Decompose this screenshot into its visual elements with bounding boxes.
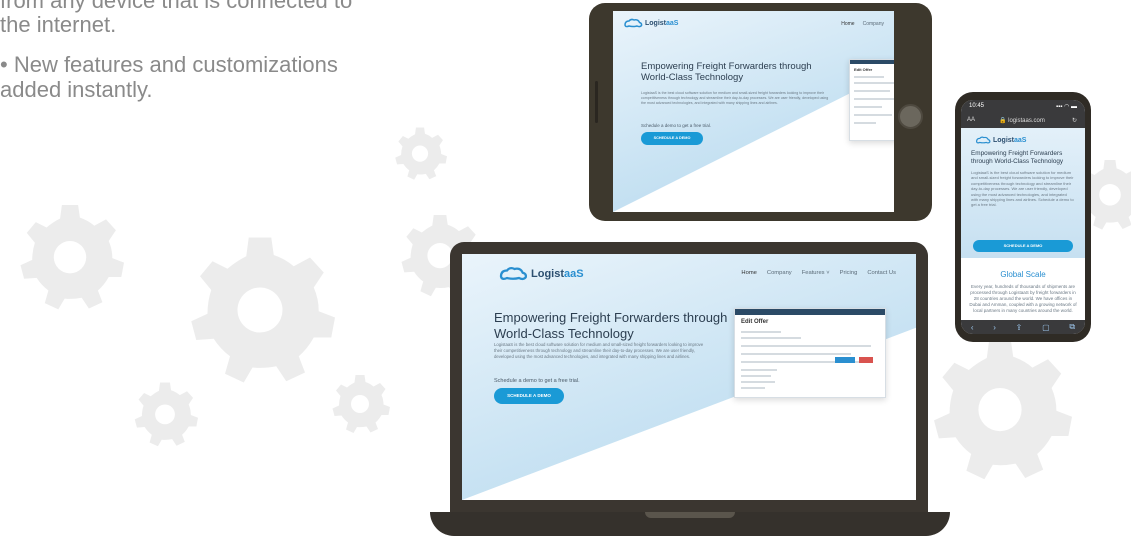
mockup-line [854, 76, 884, 78]
nav-home[interactable]: Home [841, 21, 854, 27]
mockup-line [854, 82, 894, 84]
phone-status-bar: 10:45 ▪▪▪ ◠ ▬ [961, 100, 1085, 114]
global-scale-title: Global Scale [1000, 270, 1046, 279]
gear-icon [395, 127, 447, 180]
logo-text: Logist [993, 136, 1014, 144]
phone-hero-title: Empowering Freight Forwarders through Wo… [971, 150, 1064, 165]
logo-text: Logist [645, 19, 666, 27]
mockup-title: Edit Offer [741, 319, 769, 325]
phone-schedule-demo-button[interactable]: SCHEDULE A DEMO [973, 240, 1073, 252]
laptop-screen: LogistaaS Home Company Features ˅ Pricin… [462, 254, 916, 500]
tablet-nav: Home Company [841, 21, 884, 27]
logo-cloud-icon [499, 267, 527, 281]
mockup-red-button [859, 357, 873, 363]
mockup-line [741, 331, 781, 333]
nav-pricing[interactable]: Pricing [840, 270, 858, 276]
copy-line: • New features and customizations [0, 52, 338, 77]
mockup-blue-button [835, 357, 855, 363]
mockup-bar [850, 60, 894, 64]
phone-device: 10:45 ▪▪▪ ◠ ▬ AA 🔒 logistaas.com ↻ Logis… [955, 92, 1091, 342]
share-icon[interactable]: ⇪ [1016, 323, 1023, 332]
tablet-screen: LogistaaS Home Company Empowering Freigh… [613, 11, 894, 212]
phone-toolbar: ‹ › ⇪ ▢ ⧉ [961, 320, 1085, 334]
schedule-text: Schedule a demo to get a free trial. [494, 378, 580, 384]
mockup-line [741, 345, 871, 347]
site-logo[interactable]: LogistaaS [623, 18, 678, 28]
back-icon[interactable]: ‹ [971, 323, 974, 332]
phone-time: 10:45 [969, 103, 985, 109]
hero-title-line: Empowering Freight Forwarders through [641, 61, 812, 72]
hero-title: Empowering Freight Forwarders through Wo… [641, 61, 841, 84]
global-scale-text: Every year, hundreds of thousands of shi… [969, 284, 1077, 313]
url-field[interactable]: 🔒 logistaas.com [999, 117, 1045, 124]
gear-icon [20, 205, 124, 310]
mockup-line [854, 98, 894, 100]
site-logo[interactable]: LogistaaS [975, 136, 1026, 144]
logo-cloud-icon [624, 18, 643, 28]
app-mockup: Edit Offer [734, 308, 886, 398]
mockup-line [741, 369, 777, 371]
nav-home[interactable]: Home [741, 270, 756, 276]
mockup-line [854, 114, 892, 116]
mockup-bar [735, 309, 885, 315]
gear-icon [934, 340, 1072, 480]
hero-title-line: Empowering Freight Forwarders through [494, 310, 728, 325]
laptop-notch [645, 512, 735, 518]
mockup-line [741, 337, 801, 339]
tabs-icon[interactable]: ⧉ [1069, 322, 1075, 332]
nav-contact[interactable]: Contact Us [867, 270, 896, 276]
phone-url-bar: AA 🔒 logistaas.com ↻ [961, 114, 1085, 128]
hero-title-line: World-Class Technology [494, 325, 634, 341]
gear-icon [191, 237, 335, 383]
nav-features[interactable]: Features ˅ [802, 270, 830, 276]
logo-text-accent: aaS [564, 267, 584, 280]
gear-icon [332, 375, 390, 433]
hero-title: Empowering Freight Forwarders through Wo… [494, 310, 774, 341]
nav-company[interactable]: Company [767, 270, 792, 276]
laptop-device: LogistaaS Home Company Features ˅ Pricin… [450, 242, 928, 520]
tablet-home-button [898, 104, 923, 129]
mockup-line [741, 381, 775, 383]
bookmarks-icon[interactable]: ▢ [1042, 323, 1050, 332]
mockup-line [741, 375, 771, 377]
tablet-device: LogistaaS Home Company Empowering Freigh… [589, 3, 932, 221]
mockup-title: Edit Offer [854, 67, 873, 72]
tablet-side-button [595, 81, 598, 123]
laptop-base [430, 512, 950, 536]
hero-title-line: World-Class Technology [641, 72, 744, 84]
logo-text-accent: aaS [1014, 136, 1027, 144]
signal-icon: ▪▪▪ ◠ ▬ [1056, 104, 1077, 110]
mockup-line [854, 106, 882, 108]
mockup-line [854, 122, 876, 124]
logo-cloud-icon [975, 136, 991, 144]
app-mockup: Edit Offer [849, 59, 894, 141]
forward-icon[interactable]: › [993, 323, 996, 332]
mockup-line [854, 90, 890, 92]
reload-icon[interactable]: ↻ [1072, 117, 1077, 124]
phone-screen: 10:45 ▪▪▪ ◠ ▬ AA 🔒 logistaas.com ↻ Logis… [961, 100, 1085, 334]
schedule-demo-button[interactable]: SCHEDULE A DEMO [494, 388, 564, 404]
phone-site-hero: LogistaaS Empowering Freight Forwarders … [961, 128, 1085, 258]
gear-icon [134, 382, 198, 447]
logo-text-accent: aaS [666, 19, 679, 27]
copy-line: the internet. [0, 12, 117, 37]
phone-hero-body: LogistaaS is the best cloud software sol… [971, 170, 1074, 208]
mockup-line [741, 353, 851, 355]
mockup-line [741, 387, 765, 389]
schedule-demo-button[interactable]: SCHEDULE A DEMO [641, 132, 703, 145]
copy-line: added instantly. [0, 77, 153, 102]
text-size-button[interactable]: AA [967, 117, 975, 123]
logo-text: Logist [531, 267, 564, 280]
site-logo[interactable]: LogistaaS [498, 266, 584, 281]
nav-company[interactable]: Company [863, 21, 884, 27]
main-nav: Home Company Features ˅ Pricing Contact … [741, 270, 896, 276]
hero-body: LogistaaS is the best cloud software sol… [641, 91, 829, 105]
hero-body: LogistaaS is the best cloud software sol… [494, 342, 704, 359]
schedule-text: Schedule a demo to get a free trial. [641, 123, 712, 128]
